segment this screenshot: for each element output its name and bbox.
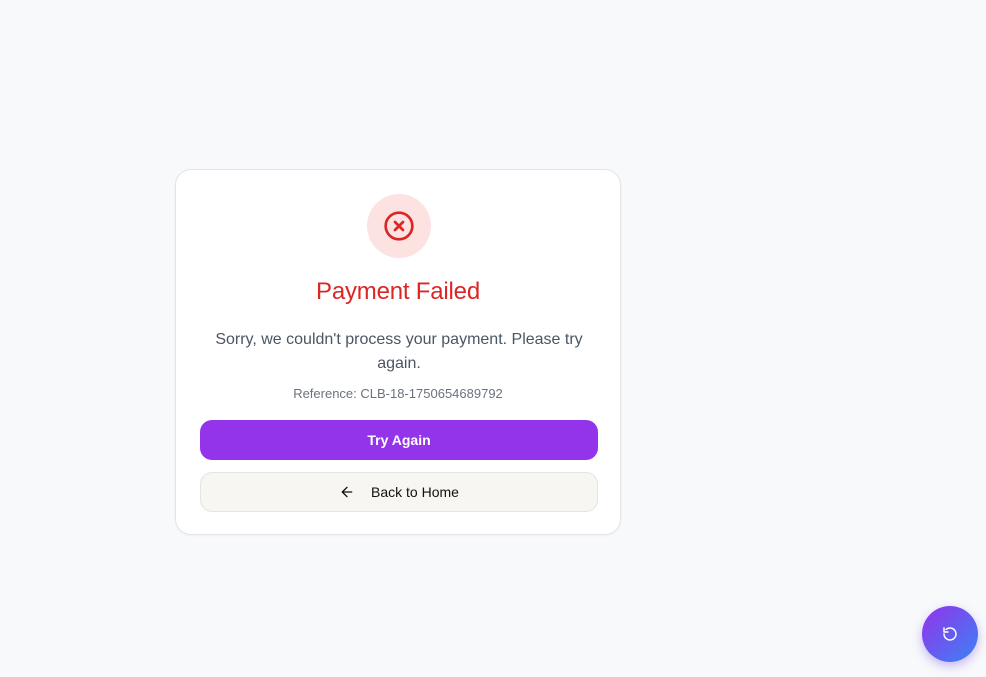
back-to-home-label: Back to Home — [371, 484, 459, 500]
error-icon-badge — [367, 194, 431, 258]
try-again-label: Try Again — [367, 432, 431, 448]
refresh-icon — [943, 627, 957, 641]
error-message: Sorry, we couldn't process your payment.… — [215, 331, 583, 372]
arrow-left-icon — [339, 484, 355, 500]
back-to-home-button[interactable]: Back to Home — [200, 472, 598, 512]
try-again-button[interactable]: Try Again — [200, 420, 598, 460]
x-circle-icon — [384, 211, 414, 241]
payment-failed-card: Payment Failed Sorry, we couldn't proces… — [175, 169, 621, 535]
reference-id: Reference: CLB-18-1750654689792 — [293, 386, 503, 401]
page-title: Payment Failed — [316, 278, 480, 305]
refresh-fab-button[interactable] — [922, 606, 978, 662]
